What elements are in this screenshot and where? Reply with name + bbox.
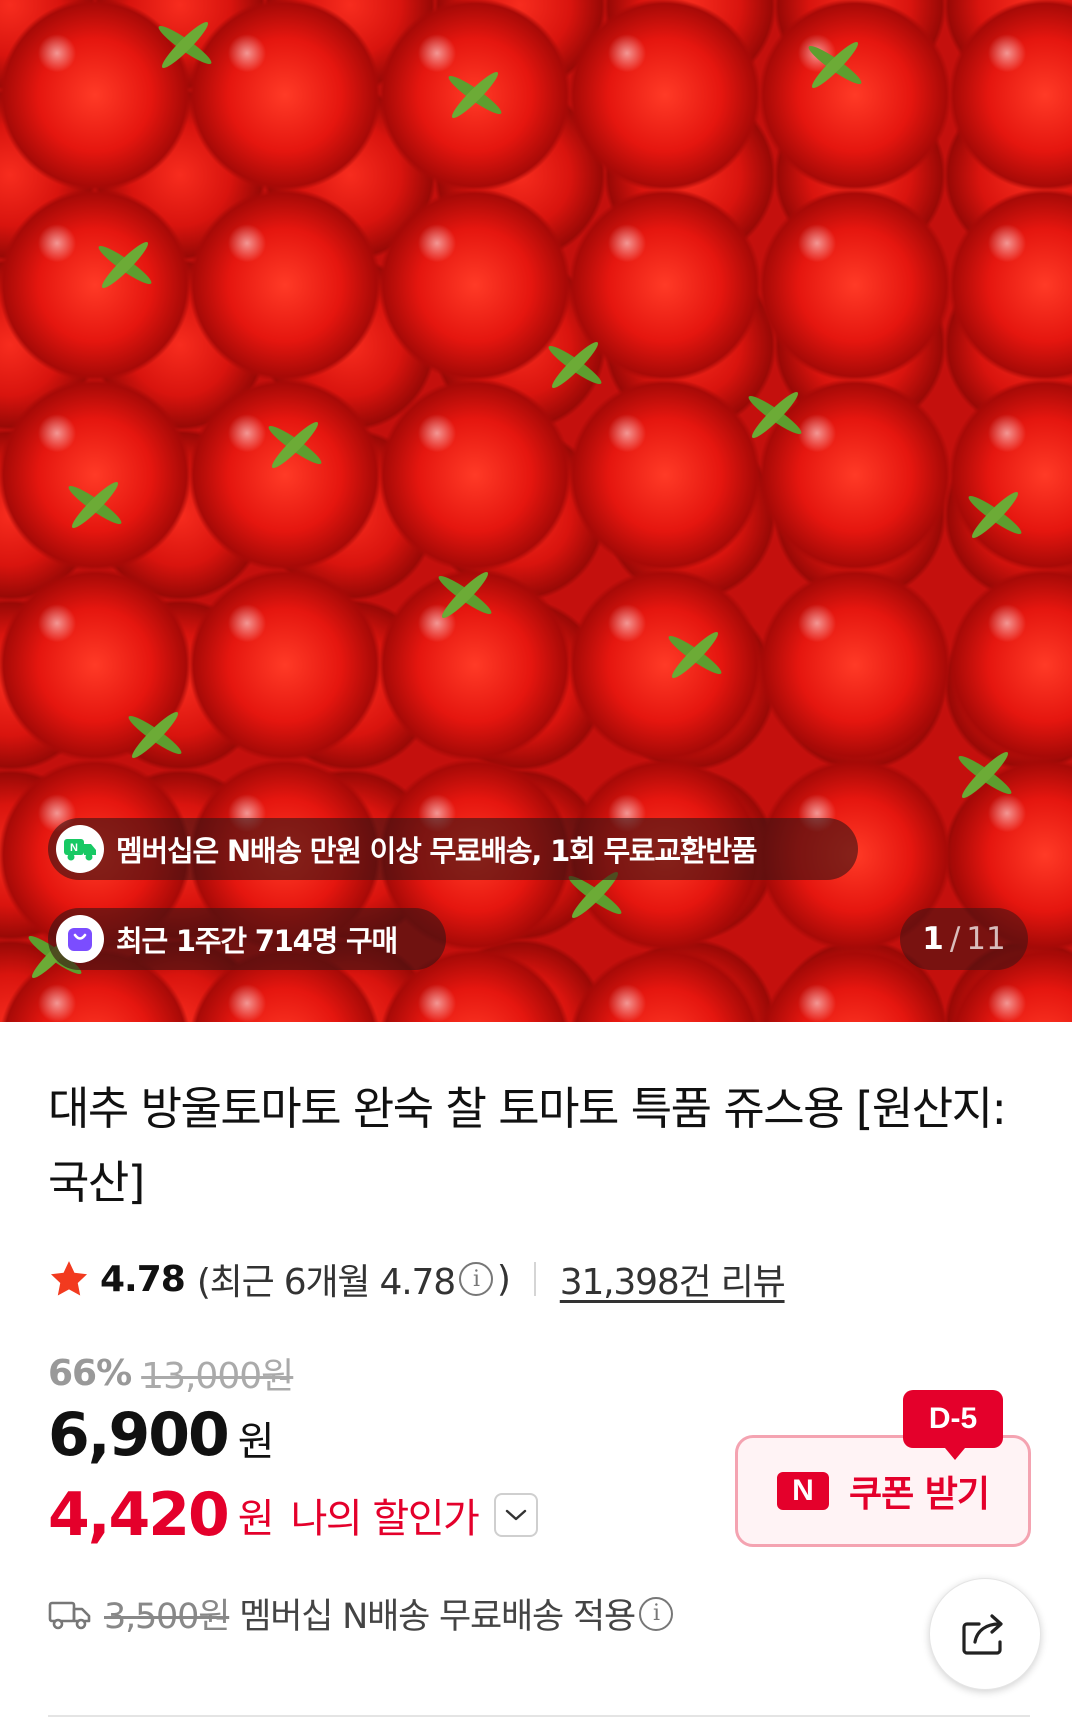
tomato-stem <box>120 700 190 770</box>
share-icon <box>962 1614 1003 1655</box>
tomato-stem <box>960 480 1030 550</box>
image-counter-current: 1 <box>922 921 944 957</box>
my-price-label: 나의 할인가 <box>290 1496 480 1542</box>
chevron-down-icon[interactable] <box>494 1493 539 1537</box>
discount-rate: 66% <box>48 1352 132 1394</box>
tomato-stem <box>150 10 220 80</box>
product-title: 대추 방울토마토 완숙 찰 토마토 특품 쥬스용 [원산지:국산] <box>48 1082 1007 1209</box>
info-icon[interactable]: i <box>458 1262 493 1296</box>
tomato-stem <box>800 30 870 100</box>
tomato-stem <box>90 230 160 300</box>
tomato-stem <box>430 560 500 630</box>
coupon-label: 쿠폰 받기 <box>848 1474 990 1515</box>
original-price-row: 66% 13,000원 <box>48 1347 294 1399</box>
tomato-stem <box>540 330 610 400</box>
image-counter: 1 / 11 <box>900 908 1028 970</box>
star-icon <box>50 1261 88 1296</box>
sale-price-unit: 원 <box>237 1419 275 1465</box>
rating-recent-close: ) <box>496 1258 511 1300</box>
tomato-stem <box>440 60 510 130</box>
rating-recent: (최근 6개월 4.78 i ) <box>196 1253 511 1305</box>
my-price: 4,420 <box>48 1480 230 1550</box>
delivery-old-fee: 3,500원 <box>104 1597 230 1637</box>
sale-price: 6,900 <box>48 1400 230 1470</box>
tomato-stem <box>60 470 130 540</box>
tomato-stem <box>260 410 330 480</box>
info-icon[interactable]: i <box>638 1596 673 1631</box>
delivery-text: 멤버십 N배송 무료배송 적용 <box>239 1597 636 1637</box>
original-price: 13,000원 <box>141 1356 294 1397</box>
membership-banner-text: 멤버십은 N배송 만원 이상 무료배송, 1회 무료교환반품 <box>116 834 758 868</box>
share-button[interactable] <box>929 1578 1041 1690</box>
section-divider <box>48 1715 1030 1717</box>
hero-edge <box>1072 0 1080 1022</box>
truck-n-icon: N <box>56 825 104 873</box>
rating-row: 4.78 (최근 6개월 4.78 i ) 31,398건 리뷰 <box>48 1253 786 1305</box>
shopping-bag-icon <box>56 915 104 963</box>
recent-purchase-banner: 최근 1주간 714명 구매 <box>48 908 446 970</box>
coupon-button[interactable]: N 쿠폰 받기 <box>735 1435 1031 1547</box>
product-image[interactable]: N 멤버십은 N배송 만원 이상 무료배송, 1회 무료교환반품 최근 1주간 … <box>0 0 1072 1022</box>
delivery-truck-icon <box>48 1601 91 1629</box>
recent-purchase-text: 최근 1주간 714명 구매 <box>116 924 398 958</box>
delivery-row: 3,500원 멤버십 N배송 무료배송 적용 i <box>48 1588 677 1639</box>
sale-price-row: 6,900 원 <box>48 1400 275 1470</box>
membership-icon-letter: N <box>70 842 78 854</box>
naver-n-icon: N <box>776 1472 829 1510</box>
my-price-unit: 원 <box>237 1496 275 1542</box>
divider <box>533 1262 536 1296</box>
dday-badge: D-5 <box>903 1390 1003 1460</box>
tomato-stem <box>660 620 730 690</box>
membership-banner: N 멤버십은 N배송 만원 이상 무료배송, 1회 무료교환반품 <box>48 818 858 880</box>
my-price-row[interactable]: 4,420 원 나의 할인가 <box>48 1480 539 1550</box>
tomato-stem <box>740 380 810 450</box>
image-counter-separator: / <box>949 921 961 957</box>
image-counter-total: 11 <box>966 921 1006 957</box>
rating-score: 4.78 <box>100 1258 186 1300</box>
rating-recent-text: (최근 6개월 4.78 <box>196 1262 456 1303</box>
review-count-link[interactable]: 31,398건 리뷰 <box>560 1253 786 1305</box>
tomato-stem <box>950 740 1020 810</box>
